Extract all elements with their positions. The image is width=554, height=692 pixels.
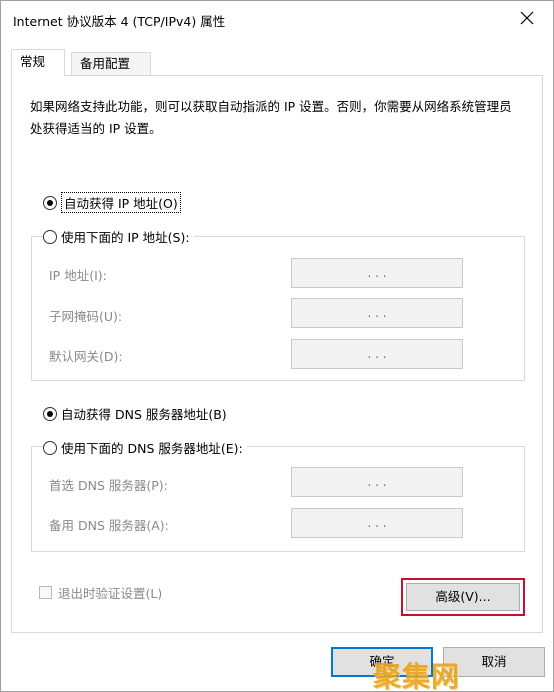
validate-settings-label: 退出时验证设置(L) [58,586,163,601]
alternate-dns-value: . . . [367,516,387,530]
default-gateway-label: 默认网关(D): [49,349,123,364]
alternate-dns-label: 备用 DNS 服务器(A): [49,518,169,533]
title-bar: Internet 协议版本 4 (TCP/IPv4) 属性 [1,1,553,37]
radio-unselected-indicator [43,229,57,244]
cancel-button[interactable]: 取消 [443,647,545,677]
alternate-dns-input[interactable]: . . . [291,508,463,538]
radio-manual-ip-label: 使用下面的 IP 地址(S): [61,230,190,245]
subnet-mask-input[interactable]: . . . [291,298,463,328]
radio-manual-ip[interactable]: 使用下面的 IP 地址(S): [43,227,194,246]
subnet-mask-value: . . . [367,306,387,320]
radio-auto-dns[interactable]: 自动获得 DNS 服务器地址(B) [43,404,227,423]
subnet-mask-label: 子网掩码(U): [49,309,123,324]
radio-auto-dns-label: 自动获得 DNS 服务器地址(B) [61,407,227,422]
radio-selected-indicator [43,195,57,210]
radio-unselected-indicator [43,440,57,455]
radio-manual-dns-label: 使用下面的 DNS 服务器地址(E): [61,441,243,456]
checkbox-box [39,586,52,599]
tab-general[interactable]: 常规 [11,49,65,76]
radio-selected-indicator [43,406,57,421]
preferred-dns-label: 首选 DNS 服务器(P): [49,478,168,493]
validate-settings-checkbox[interactable]: 退出时验证设置(L) [39,583,162,602]
preferred-dns-value: . . . [367,475,387,489]
description-text: 如果网络支持此功能，则可以获取自动指派的 IP 设置。否则，你需要从网络系统管理… [30,99,512,136]
ip-address-input[interactable]: . . . [291,258,463,288]
default-gateway-input[interactable]: . . . [291,339,463,369]
default-gateway-value: . . . [367,347,387,361]
radio-auto-ip[interactable]: 自动获得 IP 地址(O) [43,192,181,213]
dialog-window: Internet 协议版本 4 (TCP/IPv4) 属性 常规 备用配置 如果… [0,0,554,692]
window-title: Internet 协议版本 4 (TCP/IPv4) 属性 [13,14,226,29]
ip-address-value: . . . [367,266,387,280]
ok-button[interactable]: 确定 [331,647,433,677]
advanced-button[interactable]: 高级(V)... [401,578,525,616]
ip-address-label: IP 地址(I): [49,268,107,283]
close-icon[interactable] [509,3,545,33]
preferred-dns-input[interactable]: . . . [291,467,463,497]
advanced-button-label: 高级(V)... [406,583,520,611]
tab-alternate-configuration[interactable]: 备用配置 [71,52,151,75]
radio-manual-dns[interactable]: 使用下面的 DNS 服务器地址(E): [43,438,247,457]
radio-auto-ip-label: 自动获得 IP 地址(O) [61,192,181,213]
